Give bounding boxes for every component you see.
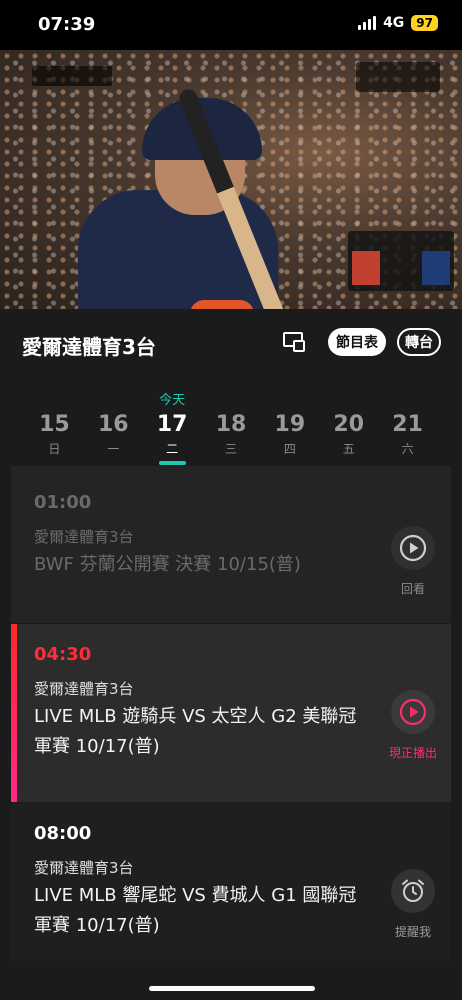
date-weekday: 二 [166, 442, 179, 456]
scoreboard-team-home [422, 251, 450, 285]
date-tab-17[interactable]: 今天 17 二 [143, 385, 202, 467]
switch-channel-button[interactable]: 轉台 [397, 328, 441, 356]
status-indicators: 4G 97 [358, 15, 438, 31]
date-day: 19 [274, 412, 306, 437]
program-title: LIVE MLB 遊騎兵 VS 太空人 G2 美聯冠軍賽 10/17(普) [34, 706, 357, 757]
program-item-live[interactable]: 04:30 愛爾達體育3台 LIVE MLB 遊騎兵 VS 太空人 G2 美聯冠… [11, 624, 451, 802]
schedule-button[interactable]: 節目表 [328, 328, 386, 356]
date-day: 18 [215, 412, 247, 437]
date-weekday: 一 [107, 442, 120, 456]
date-tab-15[interactable]: 15 日 [25, 385, 84, 467]
scoreboard-overlay [348, 231, 454, 291]
now-playing-label: 現正播出 [388, 746, 437, 760]
home-indicator[interactable] [149, 986, 315, 991]
date-weekday: 日 [48, 442, 61, 456]
replay-label: 回看 [400, 582, 425, 596]
date-tab-20[interactable]: 20 五 [319, 385, 378, 467]
date-tab-18[interactable]: 18 三 [202, 385, 261, 467]
date-weekday: 六 [401, 442, 414, 456]
status-bar: 07:39 4G 97 [0, 0, 462, 50]
program-item[interactable]: 01:00 愛爾達體育3台 BWF 芬蘭公開賽 決賽 10/15(普) 回看 [11, 466, 451, 623]
program-item[interactable]: 08:00 愛爾達體育3台 LIVE MLB 響尾蛇 VS 費城人 G1 國聯冠… [11, 803, 451, 961]
date-day: 15 [39, 412, 70, 437]
channel-header: 愛爾達體育3台 節目表 轉台 [0, 309, 462, 379]
program-channel: 愛爾達體育3台 [34, 528, 134, 546]
network-type: 4G [383, 15, 405, 31]
date-day: 20 [333, 412, 365, 437]
signal-icon [358, 16, 377, 30]
alarm-clock-icon [391, 869, 435, 913]
replay-button[interactable]: 回看 [383, 526, 443, 597]
date-day: 16 [97, 412, 129, 437]
date-day: 17 [156, 412, 188, 437]
date-tab-21[interactable]: 21 六 [378, 385, 437, 467]
remind-me-label: 提醒我 [394, 925, 431, 939]
channel-title: 愛爾達體育3台 [22, 335, 156, 359]
channel-logo-overlay [356, 62, 440, 92]
date-tab-16[interactable]: 16 一 [84, 385, 143, 467]
battery-icon: 97 [411, 15, 438, 31]
scoreboard-team-away [352, 251, 380, 285]
play-circle-icon [391, 526, 435, 570]
video-player[interactable] [0, 50, 462, 309]
now-playing-button[interactable]: 現正播出 [383, 690, 443, 761]
date-tab-19[interactable]: 19 四 [260, 385, 319, 467]
date-weekday: 三 [225, 442, 238, 456]
program-time: 04:30 [34, 644, 92, 665]
program-time: 01:00 [34, 492, 92, 513]
program-channel: 愛爾達體育3台 [34, 859, 134, 877]
program-title: BWF 芬蘭公開賽 決賽 10/15(普) [34, 554, 301, 575]
video-frame-glove [190, 300, 254, 309]
active-date-indicator [158, 461, 186, 465]
date-day: 21 [392, 412, 423, 437]
today-label: 今天 [159, 393, 186, 408]
program-channel: 愛爾達體育3台 [34, 680, 134, 698]
cast-icon[interactable] [282, 331, 306, 353]
date-tabs: 15 日 16 一 今天 17 二 18 三 19 四 20 五 21 六 [25, 385, 437, 467]
program-time: 08:00 [34, 823, 92, 844]
date-weekday: 四 [283, 442, 296, 456]
status-time: 07:39 [38, 14, 96, 35]
play-circle-icon [391, 690, 435, 734]
date-weekday: 五 [342, 442, 355, 456]
broadcast-graphic [32, 66, 112, 86]
live-indicator-bar [11, 624, 17, 802]
program-title: LIVE MLB 響尾蛇 VS 費城人 G1 國聯冠軍賽 10/17(普) [34, 885, 357, 936]
remind-me-button[interactable]: 提醒我 [383, 869, 443, 940]
